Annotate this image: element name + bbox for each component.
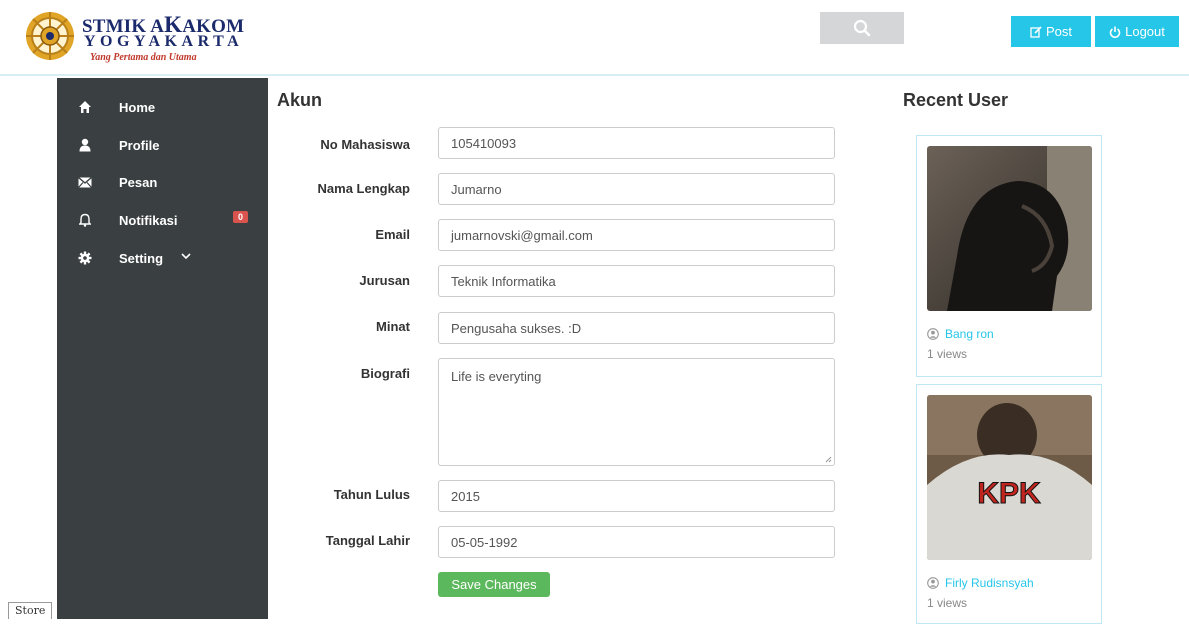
notification-count-badge: 0 xyxy=(233,211,249,223)
svg-text:KPK: KPK xyxy=(977,477,1041,510)
search-button[interactable] xyxy=(820,12,904,44)
email-field[interactable]: jumarnovski@gmail.com xyxy=(438,219,835,251)
bell-icon xyxy=(77,212,93,228)
logout-label: Logout xyxy=(1125,24,1165,39)
sidebar-item-label: Profile xyxy=(119,137,160,153)
edit-icon xyxy=(1030,25,1042,38)
user-name-link[interactable]: Firly Rudisnsyah xyxy=(927,576,1034,590)
sidebar-item-home[interactable]: Home xyxy=(57,92,268,122)
home-icon xyxy=(77,99,93,115)
search-icon xyxy=(853,19,871,37)
biografi-text: Life is everyting xyxy=(451,369,542,384)
logo-tagline: Yang Pertama dan Utama xyxy=(90,52,197,63)
logo-subtitle: YOGYAKARTA xyxy=(84,33,244,50)
post-button[interactable]: Post xyxy=(1011,16,1091,47)
field-label: Biografi xyxy=(360,366,410,381)
field-label: Tanggal Lahir xyxy=(325,533,410,548)
field-label: Email xyxy=(375,227,410,242)
field-label: Nama Lengkap xyxy=(317,181,410,196)
top-header: STMIK AKAKOM YOGYAKARTA Yang Pertama dan… xyxy=(0,0,1189,76)
sidebar: Home Profile Pesan Notifikasi 0 Setting xyxy=(57,78,268,619)
stmik-logo-emblem xyxy=(26,12,74,60)
minat-field[interactable]: Pengusaha sukses. :D xyxy=(438,312,835,344)
sidebar-item-label: Notifikasi xyxy=(119,212,178,228)
nama-lengkap-field[interactable]: Jumarno xyxy=(438,173,835,205)
user-circle-icon xyxy=(927,328,939,340)
gear-icon xyxy=(77,250,93,266)
sidebar-item-label: Home xyxy=(119,99,156,115)
chevron-down-icon xyxy=(181,253,191,260)
power-icon xyxy=(1109,26,1121,38)
biografi-textarea[interactable]: Life is everyting xyxy=(438,358,835,466)
save-changes-button[interactable]: Save Changes xyxy=(438,572,550,597)
sidebar-item-profile[interactable]: Profile xyxy=(57,130,268,160)
user-photo[interactable]: KPK xyxy=(927,395,1092,560)
envelope-icon xyxy=(77,174,93,190)
tahun-lulus-field[interactable]: 2015 xyxy=(438,480,835,512)
sidebar-item-setting[interactable]: Setting xyxy=(57,243,268,273)
jurusan-field[interactable]: Teknik Informatika xyxy=(438,265,835,297)
user-circle-icon xyxy=(927,577,939,589)
page-title: Akun xyxy=(277,90,322,110)
sidebar-item-label: Setting xyxy=(119,250,164,266)
field-label: Tahun Lulus xyxy=(333,487,410,502)
field-label: Minat xyxy=(376,319,410,334)
no-mahasiswa-field[interactable]: 105410093 xyxy=(438,127,835,159)
resize-handle-icon[interactable] xyxy=(825,456,832,463)
user-card[interactable]: Bang ron 1 views xyxy=(916,135,1102,377)
tanggal-lahir-field[interactable]: 05-05-1992 xyxy=(438,526,835,558)
sidebar-item-notifikasi[interactable]: Notifikasi 0 xyxy=(57,205,268,235)
store-tab[interactable]: Store xyxy=(8,602,53,619)
user-name-link[interactable]: Bang ron xyxy=(927,327,994,341)
user-views: 1 views xyxy=(927,596,968,610)
field-label: Jurusan xyxy=(359,273,410,288)
logout-button[interactable]: Logout xyxy=(1095,16,1179,47)
field-label: No Mahasiswa xyxy=(320,137,410,152)
user-photo[interactable] xyxy=(927,146,1092,311)
user-views: 1 views xyxy=(927,347,968,361)
user-icon xyxy=(77,137,93,153)
recent-user-title: Recent User xyxy=(903,90,1009,110)
user-card[interactable]: KPK Firly Rudisnsyah 1 views xyxy=(916,384,1102,624)
sidebar-item-label: Pesan xyxy=(119,174,158,190)
post-label: Post xyxy=(1045,24,1072,39)
sidebar-item-pesan[interactable]: Pesan xyxy=(57,167,268,197)
